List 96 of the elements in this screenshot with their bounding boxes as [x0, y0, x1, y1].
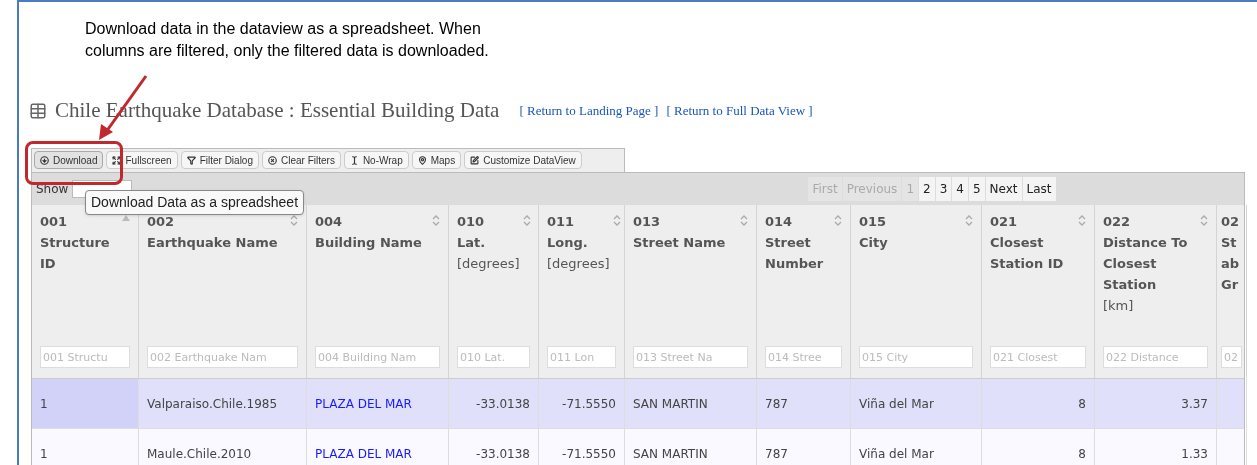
- toolbar-icon: [40, 155, 49, 165]
- table-row[interactable]: 1 Valparaiso.Chile.1985 PLAZA DEL MAR -33.0138 -71.5550 SAN MARTIN 787 Viña del Mar 8 3.37: [32, 379, 1244, 429]
- table-cell-text: 787: [765, 395, 788, 413]
- column-number: 021: [990, 213, 1019, 231]
- column-title: Station ID: [990, 255, 1064, 273]
- table-cell-text: 8: [1078, 395, 1086, 413]
- table-cell-text: 3.37: [1181, 395, 1208, 413]
- column-number: 022: [1103, 213, 1132, 231]
- sort-icon[interactable]: [523, 215, 532, 226]
- table-cell-text: SAN MARTIN: [633, 445, 708, 463]
- column-title: Closest: [1103, 255, 1158, 273]
- column-unit: [degrees]: [457, 255, 520, 273]
- page-link[interactable]: [ Return to Landing Page ]: [519, 101, 659, 121]
- toolbar-button[interactable]: Maps: [411, 151, 462, 169]
- table-cell-text: 1: [40, 395, 48, 413]
- building-link[interactable]: PLAZA DEL MAR: [315, 444, 412, 463]
- toolbar-button[interactable]: Fullscreen: [106, 151, 178, 169]
- table-cell-text: SAN MARTIN: [633, 395, 708, 413]
- column-title: City: [859, 234, 888, 252]
- column-title: Gr: [1221, 276, 1240, 294]
- toolbar-icon: [112, 155, 122, 165]
- table-cell-text: -33.0138: [476, 445, 530, 463]
- column-title: ID: [40, 255, 57, 273]
- table-cell-text: Viña del Mar: [859, 445, 934, 463]
- column-number: 002: [147, 213, 176, 231]
- column-filter-field[interactable]: 001 Structu: [40, 346, 130, 368]
- column-number: 013: [633, 213, 662, 231]
- column-filter-field[interactable]: 02: [1221, 346, 1242, 368]
- table-cell-text: 1.33: [1181, 445, 1208, 463]
- column-filter-field[interactable]: 011 Lon: [547, 346, 616, 368]
- pagination-button[interactable]: Last: [1022, 177, 1057, 201]
- toolbar-icon: [349, 155, 359, 165]
- sort-icon[interactable]: [432, 215, 440, 226]
- column-title: St: [1221, 234, 1238, 252]
- table-cell-text: -33.0138: [476, 395, 530, 413]
- toolbar-icon: [186, 155, 196, 165]
- sort-icon[interactable]: [1078, 215, 1086, 226]
- column-number: 010: [457, 213, 486, 231]
- column-filter-field[interactable]: 021 Closest: [990, 346, 1086, 368]
- toolbar-button[interactable]: No-Wrap: [343, 151, 409, 169]
- column-number: 014: [765, 213, 794, 231]
- sort-icon[interactable]: [834, 215, 842, 226]
- tooltip: Download Data as a spreadsheet: [85, 190, 305, 215]
- column-title: Closest: [990, 234, 1045, 252]
- column-number: 02: [1221, 213, 1240, 231]
- table-cell-text: Valparaiso.Chile.1985: [147, 395, 278, 413]
- column-title: ab: [1221, 255, 1240, 273]
- toolbar-button[interactable]: Customize DataView: [464, 151, 582, 169]
- table-cell-text: 787: [765, 445, 788, 463]
- column-filter-field[interactable]: 022 Distance: [1103, 346, 1208, 368]
- sort-icon[interactable]: [965, 215, 973, 226]
- column-filter-field[interactable]: 010 Lat.: [457, 346, 530, 368]
- toolbar-button[interactable]: Clear Filters: [262, 151, 341, 169]
- table-cell-text: Maule.Chile.2010: [147, 445, 252, 463]
- column-title: Station: [1103, 276, 1158, 294]
- column-title: Distance To: [1103, 234, 1188, 252]
- table-cell-text: -71.5550: [562, 445, 616, 463]
- column-filter-field[interactable]: 015 City: [859, 346, 973, 368]
- pagination-button[interactable]: 2: [919, 177, 936, 201]
- column-number: 001: [40, 213, 69, 231]
- page-link[interactable]: [ Return to Full Data View ]: [666, 101, 813, 121]
- column-title: Structure: [40, 234, 110, 252]
- column-unit: [km]: [1103, 297, 1135, 315]
- toolbar-icon: [470, 155, 480, 165]
- pagination-button[interactable]: Next: [985, 177, 1023, 201]
- column-title: Building Name: [315, 234, 422, 252]
- sort-icon[interactable]: [613, 215, 622, 226]
- building-link[interactable]: PLAZA DEL MAR: [315, 394, 412, 413]
- column-title: Number: [765, 255, 824, 273]
- sort-icon[interactable]: [740, 215, 748, 226]
- table-cell-text: 8: [1078, 445, 1086, 463]
- column-filter-field[interactable]: 014 Stree: [765, 346, 842, 368]
- table-cell-text: -71.5550: [562, 395, 616, 413]
- column-title: Long.: [547, 234, 589, 252]
- toolbar-button[interactable]: Download: [34, 151, 104, 169]
- toolbar-icon: [268, 155, 277, 165]
- column-title: Lat.: [457, 234, 487, 252]
- column-number: 011: [547, 213, 576, 231]
- column-filter-field[interactable]: 013 Street Na: [633, 346, 748, 368]
- column-title: Street: [765, 234, 812, 252]
- sort-icon[interactable]: [1200, 215, 1208, 226]
- toolbar-icon: [417, 155, 427, 165]
- column-title: Earthquake Name: [147, 234, 278, 252]
- table-cell-text: 1: [40, 445, 48, 463]
- column-unit: [degrees]: [547, 255, 610, 273]
- table-icon: [29, 102, 47, 120]
- column-number: 004: [315, 213, 344, 231]
- column-title: Street Name: [633, 234, 726, 252]
- toolbar-button[interactable]: Filter Dialog: [180, 151, 259, 169]
- annotation-text: Download data in the dataview as a spreadsheet. When columns are filtered, only the filtered data is downloaded.: [85, 19, 490, 61]
- table-cell-text: Viña del Mar: [859, 395, 934, 413]
- column-number: 015: [859, 213, 888, 231]
- column-filter-field[interactable]: 002 Earthquake Nam: [147, 346, 298, 368]
- column-filter-field[interactable]: 004 Building Nam: [315, 346, 440, 368]
- pagination-button[interactable]: 4: [952, 177, 969, 201]
- table-row[interactable]: 1 Maule.Chile.2010 PLAZA DEL MAR -33.0138 -71.5550 SAN MARTIN 787 Viña del Mar 8 1.33: [32, 429, 1244, 465]
